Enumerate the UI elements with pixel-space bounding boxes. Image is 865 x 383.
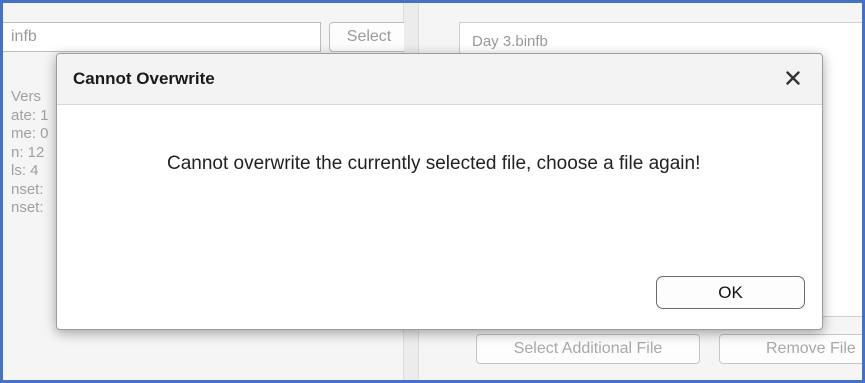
select-additional-file-button[interactable]: Select Additional File [476, 334, 700, 364]
additional-file-item[interactable]: Day 3.binfb [472, 33, 548, 50]
file-info-line: Vers [11, 88, 42, 105]
dialog-header: Cannot Overwrite [57, 54, 822, 105]
file-info-line: ls: 4 [11, 162, 39, 179]
file-info-line: n: 12 [11, 143, 45, 161]
dialog-message: Cannot overwrite the currently selected … [167, 153, 701, 174]
cannot-overwrite-dialog: Cannot Overwrite Cannot overwrite the cu… [56, 53, 823, 330]
primary-file-field[interactable]: infb [3, 22, 321, 52]
ok-button[interactable]: OK [656, 276, 805, 309]
app-window: infb Select Vers ate: 1 me: 0 n: 12 ls: … [0, 0, 865, 383]
close-icon[interactable] [780, 65, 806, 91]
close-icon-glyph [786, 71, 800, 85]
select-file-button[interactable]: Select [329, 22, 409, 52]
file-info-list: Vers ate: 1 me: 0 n: 12 ls: 4 nset: nset… [11, 88, 49, 218]
file-info-line: nset: [11, 199, 44, 216]
file-info-line: me: 0 [11, 125, 49, 142]
file-info-line: ate: 1 [11, 106, 49, 124]
file-info-line: nset: [11, 180, 44, 198]
remove-file-button[interactable]: Remove File [719, 334, 862, 364]
dialog-title: Cannot Overwrite [73, 69, 215, 88]
